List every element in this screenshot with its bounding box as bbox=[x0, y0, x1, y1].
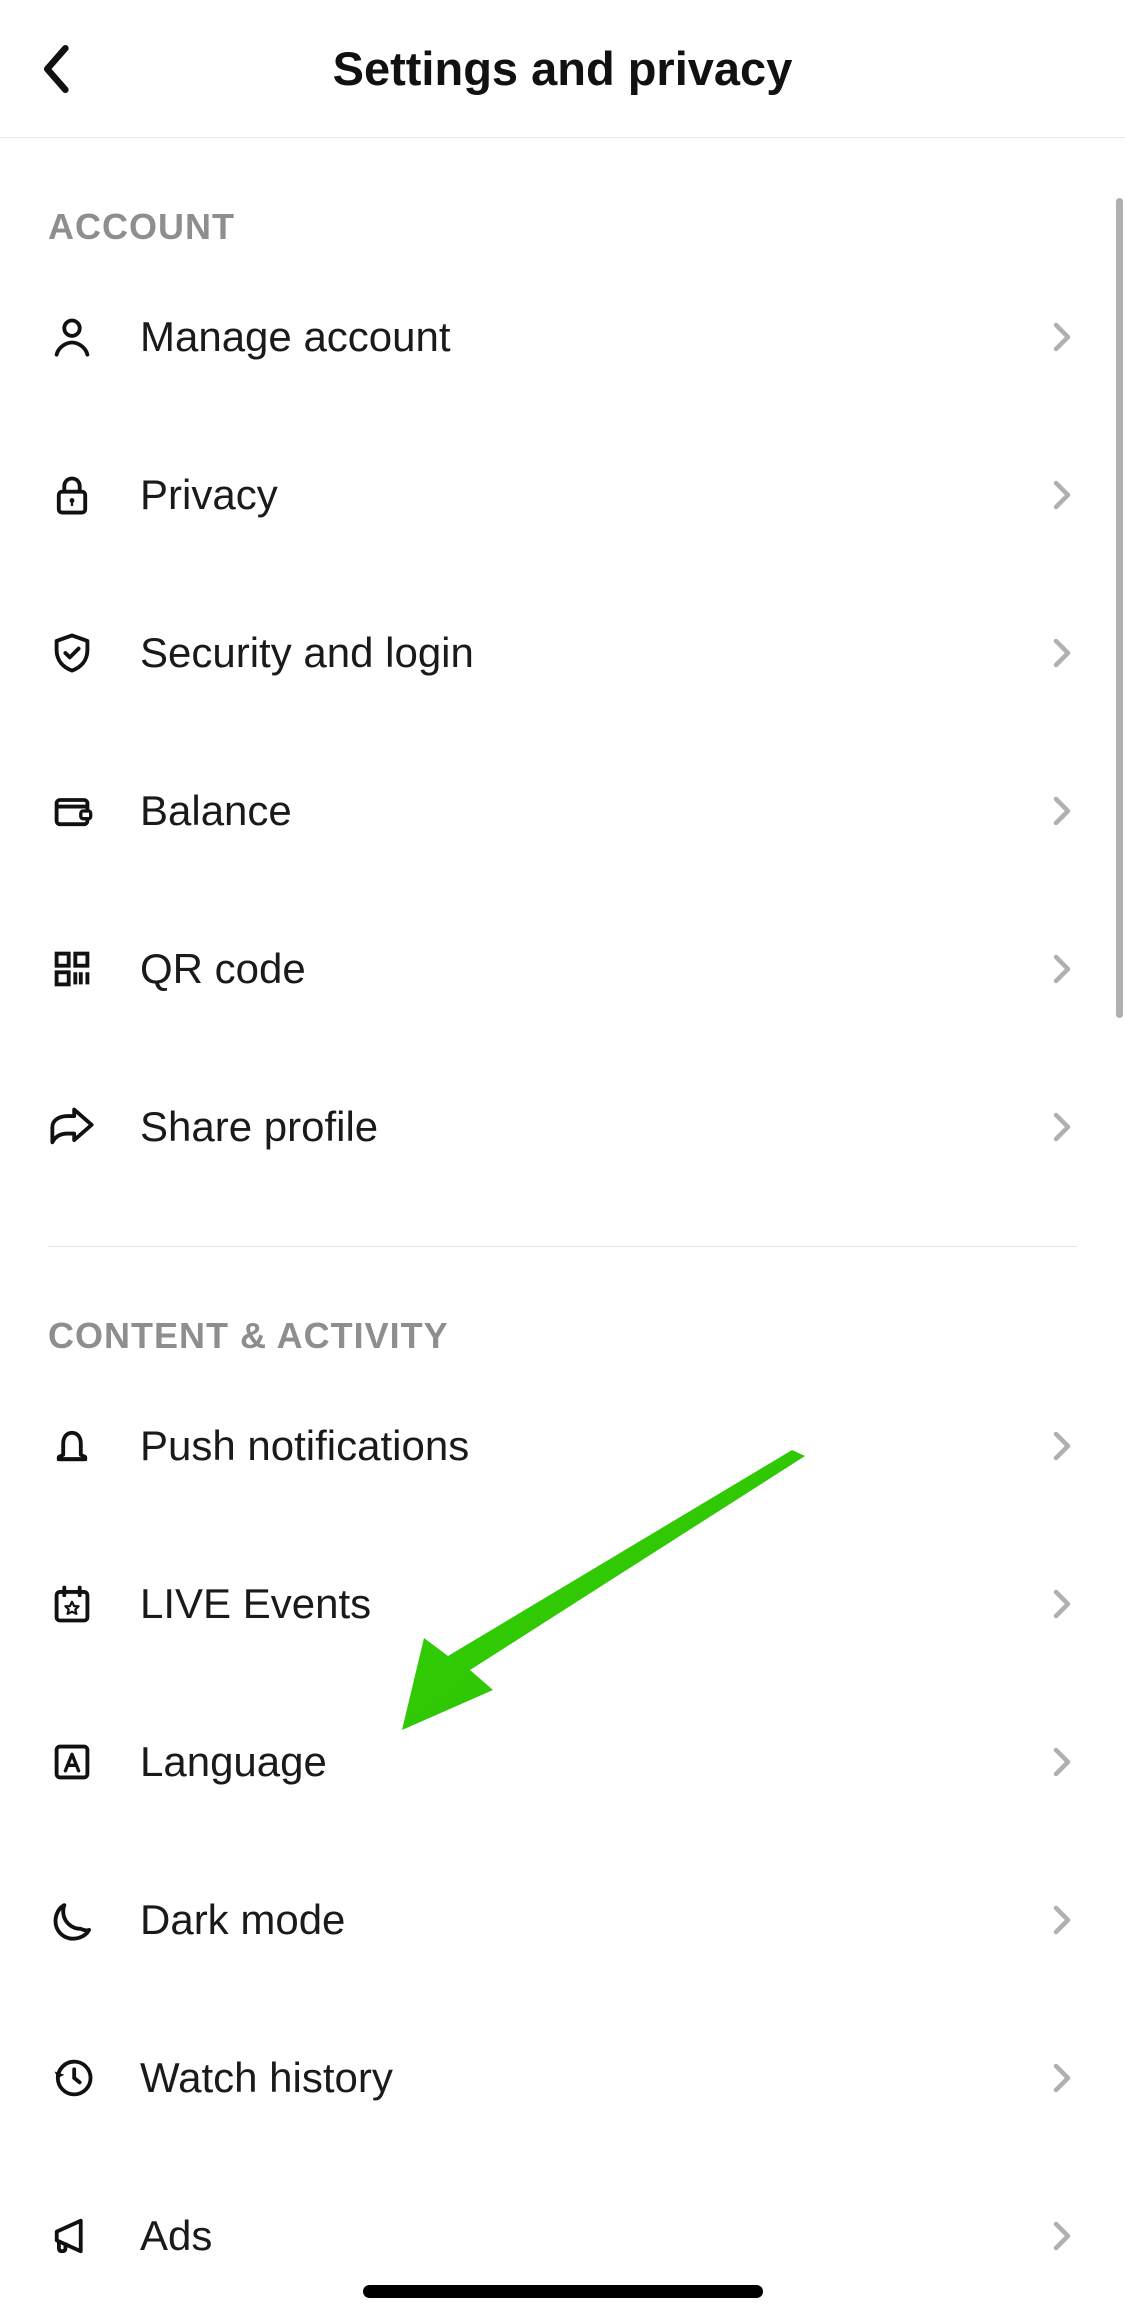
shield-icon bbox=[48, 631, 96, 675]
chevron-right-icon bbox=[1053, 480, 1077, 510]
row-dark-mode[interactable]: Dark mode bbox=[48, 1841, 1077, 1999]
row-label: Balance bbox=[140, 787, 1053, 835]
chevron-left-icon bbox=[38, 43, 72, 95]
chevron-right-icon bbox=[1053, 2221, 1077, 2251]
row-label: Dark mode bbox=[140, 1896, 1053, 1944]
row-label: Push notifications bbox=[140, 1422, 1053, 1470]
chevron-right-icon bbox=[1053, 796, 1077, 826]
chevron-right-icon bbox=[1053, 2063, 1077, 2093]
chevron-right-icon bbox=[1053, 1747, 1077, 1777]
row-label: Privacy bbox=[140, 471, 1053, 519]
row-label: Watch history bbox=[140, 2054, 1053, 2102]
calendar-icon bbox=[48, 1582, 96, 1626]
row-push-notifications[interactable]: Push notifications bbox=[48, 1367, 1077, 1525]
scrollbar-thumb[interactable] bbox=[1116, 198, 1123, 1018]
chevron-right-icon bbox=[1053, 1905, 1077, 1935]
row-label: Ads bbox=[140, 2212, 1053, 2260]
row-label: Share profile bbox=[140, 1103, 1053, 1151]
row-label: QR code bbox=[140, 945, 1053, 993]
language-icon bbox=[48, 1740, 96, 1784]
chevron-right-icon bbox=[1053, 1431, 1077, 1461]
share-icon bbox=[48, 1105, 96, 1149]
moon-icon bbox=[48, 1898, 96, 1942]
row-privacy[interactable]: Privacy bbox=[48, 416, 1077, 574]
chevron-right-icon bbox=[1053, 1112, 1077, 1142]
section-header-account: ACCOUNT bbox=[48, 138, 1077, 258]
section-header-content-activity: CONTENT & ACTIVITY bbox=[48, 1247, 1077, 1367]
row-security-login[interactable]: Security and login bbox=[48, 574, 1077, 732]
history-icon bbox=[48, 2056, 96, 2100]
qr-icon bbox=[48, 947, 96, 991]
page-title: Settings and privacy bbox=[0, 41, 1125, 96]
row-label: Language bbox=[140, 1738, 1053, 1786]
row-language[interactable]: Language bbox=[48, 1683, 1077, 1841]
row-watch-history[interactable]: Watch history bbox=[48, 1999, 1077, 2157]
row-label: Manage account bbox=[140, 313, 1053, 361]
person-icon bbox=[48, 315, 96, 359]
scrollbar[interactable] bbox=[1116, 138, 1125, 1338]
row-qr-code[interactable]: QR code bbox=[48, 890, 1077, 1048]
settings-list[interactable]: ACCOUNT Manage account Privacy bbox=[0, 138, 1125, 2310]
lock-icon bbox=[48, 473, 96, 517]
row-balance[interactable]: Balance bbox=[48, 732, 1077, 890]
chevron-right-icon bbox=[1053, 322, 1077, 352]
row-manage-account[interactable]: Manage account bbox=[48, 258, 1077, 416]
header-bar: Settings and privacy bbox=[0, 0, 1125, 138]
home-indicator bbox=[363, 2285, 763, 2298]
row-share-profile[interactable]: Share profile bbox=[48, 1048, 1077, 1206]
row-live-events[interactable]: LIVE Events bbox=[48, 1525, 1077, 1683]
row-label: Security and login bbox=[140, 629, 1053, 677]
chevron-right-icon bbox=[1053, 1589, 1077, 1619]
chevron-right-icon bbox=[1053, 954, 1077, 984]
megaphone-icon bbox=[48, 2214, 96, 2258]
wallet-icon bbox=[48, 789, 96, 833]
bell-icon bbox=[48, 1424, 96, 1468]
row-label: LIVE Events bbox=[140, 1580, 1053, 1628]
back-button[interactable] bbox=[30, 44, 80, 94]
chevron-right-icon bbox=[1053, 638, 1077, 668]
